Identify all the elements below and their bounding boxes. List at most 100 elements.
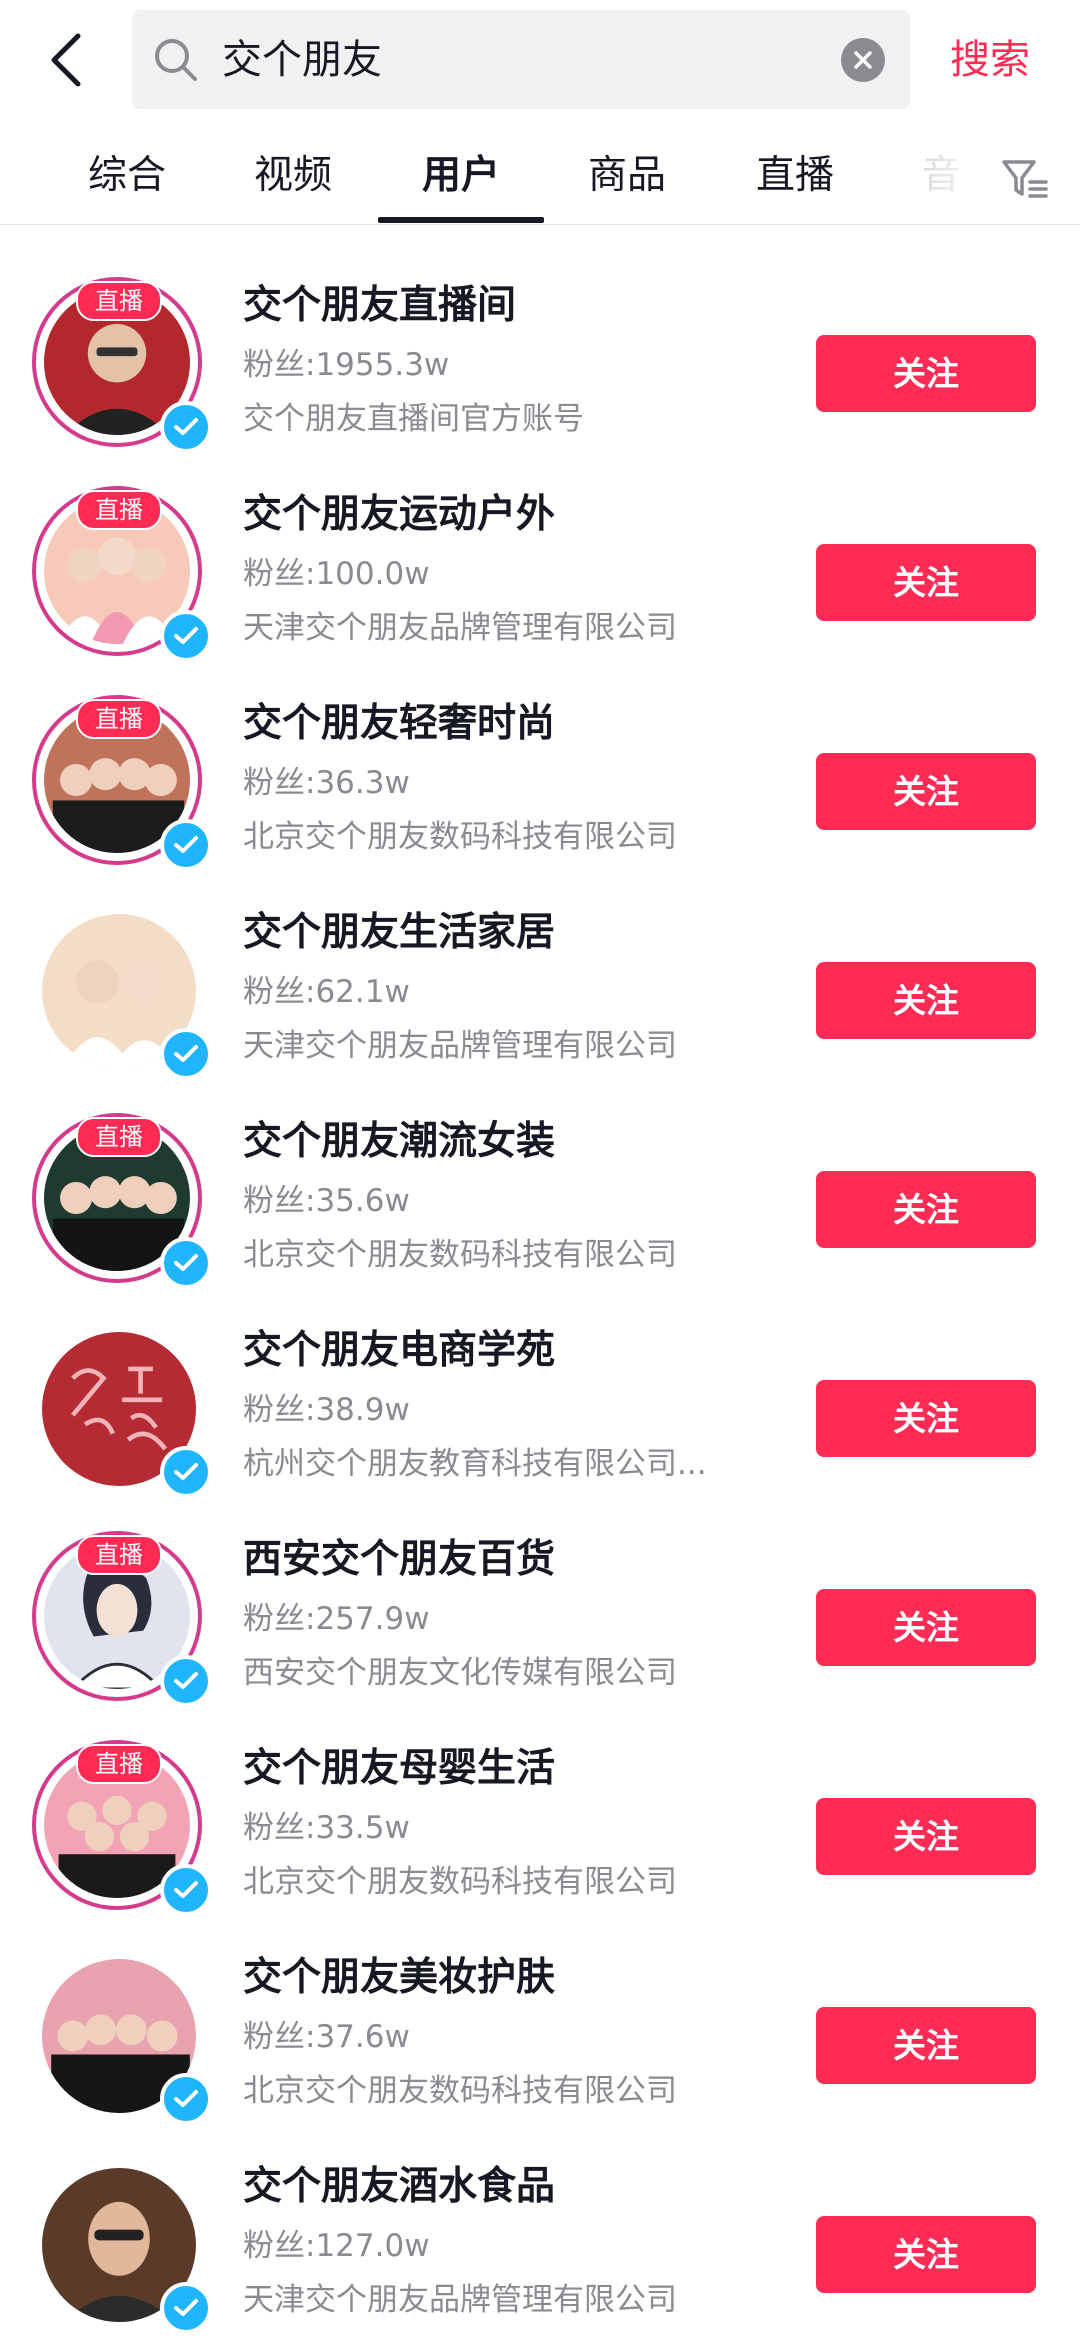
avatar[interactable]: 直播 xyxy=(32,1113,212,1289)
search-button[interactable]: 搜索 xyxy=(950,30,1030,90)
user-description: 北京交个朋友数码科技有限公司 xyxy=(243,1237,677,1273)
follow-button[interactable]: 关注 xyxy=(816,544,1036,621)
verified-badge xyxy=(160,1446,212,1498)
verified-badge xyxy=(160,2282,212,2334)
verified-check-icon xyxy=(174,1463,198,1480)
live-badge: 直播 xyxy=(76,1535,162,1575)
tab-videos[interactable]: 视频 xyxy=(248,148,338,204)
tab-live[interactable]: 直播 xyxy=(750,148,840,204)
avatar[interactable] xyxy=(32,1949,212,2125)
avatar[interactable] xyxy=(32,904,212,1080)
avatar[interactable]: 直播 xyxy=(32,695,212,871)
follow-button[interactable]: 关注 xyxy=(816,1798,1036,1875)
verified-badge xyxy=(160,1028,212,1080)
user-name: 交个朋友生活家居 xyxy=(243,910,556,955)
user-fans: 粉丝:33.5w xyxy=(243,1810,410,1846)
user-description: 西安交个朋友文化传媒有限公司 xyxy=(243,1655,677,1691)
tabs-fade xyxy=(880,128,1010,222)
verified-badge xyxy=(160,1237,212,1289)
tab-general[interactable]: 综合 xyxy=(82,148,172,204)
tab-products[interactable]: 商品 xyxy=(582,148,672,204)
search-query: 交个朋友 xyxy=(222,37,382,83)
user-row[interactable]: 直播 交个朋友运动户外 粉丝:100.0w 天津交个朋友品牌管理有限公司 关注 xyxy=(0,466,1080,675)
user-name: 交个朋友轻奢时尚 xyxy=(243,701,556,746)
user-fans: 粉丝:257.9w xyxy=(243,1601,430,1637)
verified-check-icon xyxy=(174,627,198,644)
user-name: 交个朋友酒水食品 xyxy=(243,2164,556,2209)
user-fans: 粉丝:62.1w xyxy=(243,974,410,1010)
user-row[interactable]: 交个朋友美妆护肤 粉丝:37.6w 北京交个朋友数码科技有限公司 关注 xyxy=(0,1929,1080,2138)
follow-button[interactable]: 关注 xyxy=(816,1589,1036,1666)
user-name: 交个朋友美妆护肤 xyxy=(243,1955,556,2000)
clear-icon xyxy=(854,51,872,69)
live-badge: 直播 xyxy=(76,490,162,530)
user-name: 交个朋友母婴生活 xyxy=(243,1746,556,1791)
live-badge: 直播 xyxy=(76,699,162,739)
user-name: 交个朋友运动户外 xyxy=(243,492,556,537)
user-description: 天津交个朋友品牌管理有限公司 xyxy=(243,1028,677,1064)
verified-check-icon xyxy=(174,1881,198,1898)
user-row[interactable]: 交个朋友电商学苑 粉丝:38.9w 杭州交个朋友教育科技有限公司... 关注 xyxy=(0,1302,1080,1511)
user-description: 北京交个朋友数码科技有限公司 xyxy=(243,2073,677,2109)
verified-badge xyxy=(160,2073,212,2125)
follow-button[interactable]: 关注 xyxy=(816,2216,1036,2293)
user-row[interactable]: 直播 交个朋友直播间 粉丝:1955.3w 交个朋友直播间官方账号 关注 xyxy=(0,257,1080,466)
follow-button[interactable]: 关注 xyxy=(816,2007,1036,2084)
user-name: 交个朋友电商学苑 xyxy=(243,1328,556,1373)
avatar[interactable]: 直播 xyxy=(32,277,212,453)
user-name: 交个朋友直播间 xyxy=(243,283,517,328)
user-fans: 粉丝:35.6w xyxy=(243,1183,410,1219)
user-description: 北京交个朋友数码科技有限公司 xyxy=(243,819,677,855)
verified-check-icon xyxy=(174,1254,198,1271)
user-fans: 粉丝:1955.3w xyxy=(243,347,450,383)
user-description: 杭州交个朋友教育科技有限公司... xyxy=(243,1446,707,1482)
user-row[interactable]: 直播 西安交个朋友百货 粉丝:257.9w 西安交个朋友文化传媒有限公司 关注 xyxy=(0,1511,1080,1720)
user-fans: 粉丝:36.3w xyxy=(243,765,410,801)
user-row[interactable]: 直播 交个朋友轻奢时尚 粉丝:36.3w 北京交个朋友数码科技有限公司 关注 xyxy=(0,675,1080,884)
follow-button[interactable]: 关注 xyxy=(816,753,1036,830)
follow-button[interactable]: 关注 xyxy=(816,1380,1036,1457)
follow-button[interactable]: 关注 xyxy=(816,335,1036,412)
live-badge: 直播 xyxy=(76,1744,162,1784)
avatar[interactable]: 直播 xyxy=(32,486,212,662)
filter-button[interactable] xyxy=(1000,150,1050,206)
verified-badge xyxy=(160,1864,212,1916)
user-row[interactable]: 直播 交个朋友潮流女装 粉丝:35.6w 北京交个朋友数码科技有限公司 关注 xyxy=(0,1093,1080,1302)
search-icon xyxy=(155,39,197,81)
user-fans: 粉丝:37.6w xyxy=(243,2019,410,2055)
user-row[interactable]: 直播 交个朋友母婴生活 粉丝:33.5w 北京交个朋友数码科技有限公司 关注 xyxy=(0,1720,1080,1929)
verified-badge xyxy=(160,1655,212,1707)
verified-badge xyxy=(160,819,212,871)
search-tabs: 综合 视频 用户 商品 直播 音 xyxy=(0,128,1080,225)
avatar[interactable]: 直播 xyxy=(32,1531,212,1707)
verified-check-icon xyxy=(174,2090,198,2107)
verified-badge xyxy=(160,610,212,662)
verified-check-icon xyxy=(174,418,198,435)
user-name: 交个朋友潮流女装 xyxy=(243,1119,556,1164)
active-tab-indicator xyxy=(378,217,544,223)
user-fans: 粉丝:100.0w xyxy=(243,556,430,592)
follow-button[interactable]: 关注 xyxy=(816,1171,1036,1248)
back-button[interactable] xyxy=(36,22,96,98)
tab-users[interactable]: 用户 xyxy=(416,148,506,204)
user-description: 天津交个朋友品牌管理有限公司 xyxy=(243,610,677,646)
user-row[interactable]: 交个朋友酒水食品 粉丝:127.0w 天津交个朋友品牌管理有限公司 关注 xyxy=(0,2138,1080,2347)
avatar[interactable] xyxy=(32,1322,212,1498)
avatar[interactable] xyxy=(32,2158,212,2334)
search-input[interactable]: 交个朋友 xyxy=(132,10,910,109)
verified-badge xyxy=(160,401,212,453)
chevron-left-icon xyxy=(51,33,81,87)
filter-icon xyxy=(1002,160,1048,198)
user-row[interactable]: 交个朋友生活家居 粉丝:62.1w 天津交个朋友品牌管理有限公司 关注 xyxy=(0,884,1080,1093)
user-name: 西安交个朋友百货 xyxy=(243,1537,556,1582)
verified-check-icon xyxy=(174,1045,198,1062)
verified-check-icon xyxy=(174,1672,198,1689)
live-badge: 直播 xyxy=(76,281,162,321)
clear-button[interactable] xyxy=(841,38,885,82)
verified-check-icon xyxy=(174,2299,198,2316)
avatar[interactable]: 直播 xyxy=(32,1740,212,1916)
user-fans: 粉丝:38.9w xyxy=(243,1392,410,1428)
follow-button[interactable]: 关注 xyxy=(816,962,1036,1039)
verified-check-icon xyxy=(174,836,198,853)
user-fans: 粉丝:127.0w xyxy=(243,2228,430,2264)
